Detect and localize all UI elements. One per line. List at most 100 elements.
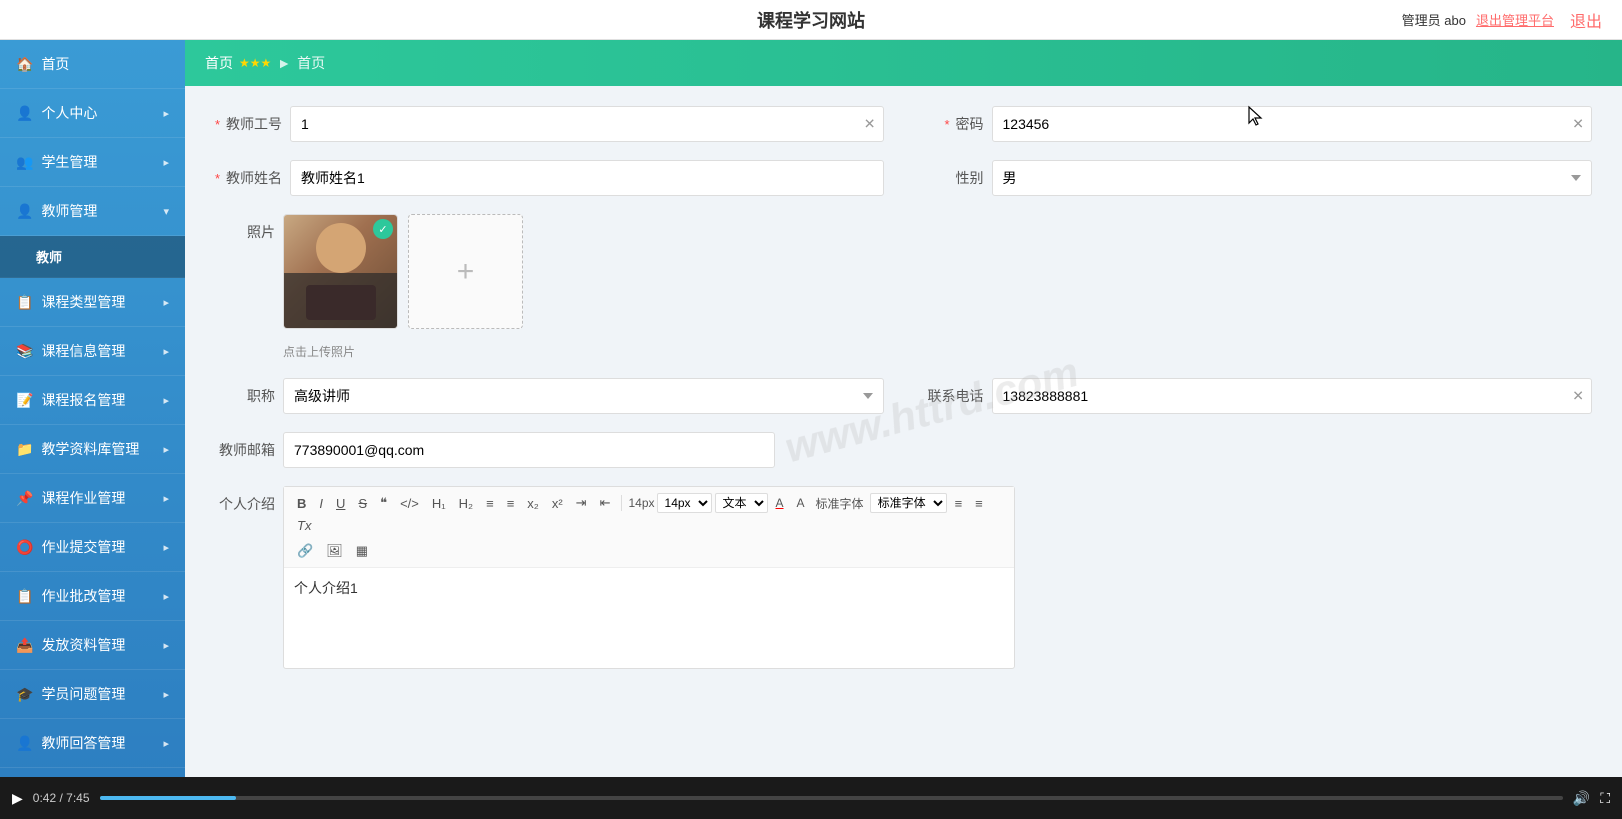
font-size-control: 14px 14px 12px 16px 18px bbox=[628, 493, 711, 513]
close-button[interactable]: 退出 bbox=[1570, 8, 1602, 32]
sidebar-item-teachers[interactable]: 👤 教师管理 ▾ bbox=[0, 187, 185, 236]
photo-area: ✓ + 点击上传照片 bbox=[283, 214, 523, 360]
sidebar-item-hw-submit[interactable]: ⭕ 作业提交管理 ▸ bbox=[0, 523, 185, 572]
breadcrumb-home[interactable]: 首页 bbox=[205, 53, 233, 73]
photo-check-badge: ✓ bbox=[373, 219, 393, 239]
sidebar-item-teacher-ans[interactable]: 👤 教师回答管理 ▸ bbox=[0, 719, 185, 768]
arrow-icon-ci: ▸ bbox=[163, 345, 169, 358]
form-row-4: 职称 高级讲师 讲师 助教 教授 联系电话 ✕ bbox=[215, 378, 1592, 414]
fullscreen-icon[interactable]: ⛶ bbox=[1600, 790, 1610, 807]
sidebar-label-home: 首页 bbox=[41, 54, 69, 74]
required-star-2: * bbox=[945, 117, 950, 132]
arrow-icon-ta: ▸ bbox=[163, 737, 169, 750]
arrow-icon-hw: ▸ bbox=[163, 492, 169, 505]
font-family-select[interactable]: 标准字体 bbox=[870, 493, 947, 513]
student-q-icon: 🎓 bbox=[16, 686, 33, 703]
toolbar-bold[interactable]: B bbox=[292, 494, 311, 513]
volume-icon[interactable]: 🔊 bbox=[1573, 790, 1590, 807]
toolbar-ol[interactable]: ≡ bbox=[481, 494, 499, 513]
toolbar-font-color[interactable]: A bbox=[771, 494, 789, 512]
sidebar-label-teacher-sub: 教师 bbox=[36, 250, 62, 265]
form-row-1: * 教师工号 ✕ * 密码 ✕ bbox=[215, 106, 1592, 142]
toolbar-outdent[interactable]: ⇤ bbox=[595, 493, 616, 513]
sidebar-item-student-q[interactable]: 🎓 学员问题管理 ▸ bbox=[0, 670, 185, 719]
email-input[interactable] bbox=[283, 432, 775, 468]
toolbar-sub[interactable]: x₂ bbox=[522, 494, 544, 513]
password-input[interactable] bbox=[992, 106, 1593, 142]
video-progress-track[interactable] bbox=[100, 796, 1563, 800]
text-type-select[interactable]: 文本 bbox=[715, 493, 768, 513]
toolbar-font-bg[interactable]: A bbox=[792, 494, 810, 512]
gender-select[interactable]: 男 女 bbox=[992, 160, 1593, 196]
sidebar-label-dist: 发放资料管理 bbox=[41, 635, 125, 655]
sidebar-subitem-teacher[interactable]: 教师 bbox=[0, 236, 185, 278]
play-button[interactable]: ▶ bbox=[12, 790, 23, 807]
sidebar-item-hw-review[interactable]: 📋 作业批改管理 ▸ bbox=[0, 572, 185, 621]
admin-name: 管理员 abo bbox=[1402, 10, 1466, 29]
toolbar-link[interactable]: 🔗 bbox=[292, 541, 318, 561]
sidebar-item-profile[interactable]: 👤 个人中心 ▸ bbox=[0, 89, 185, 138]
sidebar-item-dist[interactable]: 📤 发放资料管理 ▸ bbox=[0, 621, 185, 670]
sidebar-item-homework[interactable]: 📌 课程作业管理 ▸ bbox=[0, 474, 185, 523]
arrow-icon-mat: ▸ bbox=[163, 443, 169, 456]
sidebar-label-homework: 课程作业管理 bbox=[41, 488, 125, 508]
toolbar-sup[interactable]: x² bbox=[547, 494, 568, 513]
course-type-icon: 📋 bbox=[16, 294, 33, 311]
video-progress-fill bbox=[100, 796, 236, 800]
gender-label: 性别 bbox=[924, 168, 984, 188]
clear-teacher-id-icon[interactable]: ✕ bbox=[864, 116, 876, 133]
font-size-select[interactable]: 14px 12px 16px 18px bbox=[657, 493, 712, 513]
toolbar-code[interactable]: </> bbox=[395, 494, 424, 513]
arrow-icon-sq: ▸ bbox=[163, 688, 169, 701]
name-label: * 教师姓名 bbox=[215, 168, 282, 188]
homework-icon: 📌 bbox=[16, 490, 33, 507]
toolbar-align-center[interactable]: ≡ bbox=[950, 494, 968, 513]
form-row-5: 教师邮箱 bbox=[215, 432, 1592, 468]
arrow-icon-ct: ▸ bbox=[163, 296, 169, 309]
logout-link[interactable]: 退出管理平台 bbox=[1476, 10, 1554, 29]
photo-add-button[interactable]: + bbox=[408, 214, 523, 329]
toolbar-align-right[interactable]: ≡ bbox=[970, 494, 988, 513]
toolbar-std-font: 标准字体 bbox=[816, 495, 864, 512]
toolbar-h1[interactable]: H₁ bbox=[427, 494, 451, 513]
toolbar-italic[interactable]: I bbox=[314, 494, 328, 513]
breadcrumb-current: 首页 bbox=[297, 53, 325, 73]
toolbar-image[interactable]: 🖼 bbox=[321, 541, 348, 561]
sidebar-item-students[interactable]: 👥 学生管理 ▸ bbox=[0, 138, 185, 187]
toolbar-row-2: 🔗 🖼 ▦ bbox=[292, 541, 1006, 561]
photo-thumb-1[interactable]: ✓ bbox=[283, 214, 398, 329]
intro-editor[interactable]: 个人介绍1 bbox=[284, 568, 1014, 668]
toolbar-strike[interactable]: S bbox=[353, 494, 372, 513]
phone-input[interactable] bbox=[992, 378, 1593, 414]
toolbar-table[interactable]: ▦ bbox=[351, 541, 373, 561]
toolbar-h2[interactable]: H₂ bbox=[454, 494, 478, 513]
sidebar-label-course-info: 课程信息管理 bbox=[41, 341, 125, 361]
clear-phone-icon[interactable]: ✕ bbox=[1572, 388, 1584, 405]
toolbar-quote[interactable]: ❝ bbox=[375, 493, 392, 513]
teacher-id-input-wrapper: ✕ bbox=[290, 106, 884, 142]
clear-password-icon[interactable]: ✕ bbox=[1572, 116, 1584, 133]
sidebar-item-material[interactable]: 📁 教学资料库管理 ▸ bbox=[0, 425, 185, 474]
arrow-icon-ce: ▸ bbox=[163, 394, 169, 407]
name-input[interactable] bbox=[290, 160, 884, 196]
toolbar-clear-format[interactable]: Tx bbox=[292, 516, 316, 535]
teacher-id-input[interactable] bbox=[290, 106, 884, 142]
sidebar-item-course-type[interactable]: 📋 课程类型管理 ▸ bbox=[0, 278, 185, 327]
teacher-id-label: * 教师工号 bbox=[215, 114, 282, 134]
sidebar-item-course-info[interactable]: 📚 课程信息管理 ▸ bbox=[0, 327, 185, 376]
sidebar-item-home[interactable]: 🏠 首页 bbox=[0, 40, 185, 89]
title-group: 职称 高级讲师 讲师 助教 教授 bbox=[215, 378, 884, 414]
toolbar-underline[interactable]: U bbox=[331, 494, 350, 513]
password-group: * 密码 ✕ bbox=[924, 106, 1593, 142]
sidebar-label-student-q: 学员问题管理 bbox=[41, 684, 125, 704]
toolbar-ul[interactable]: ≡ bbox=[502, 494, 520, 513]
photo-row: 照片 ✓ + 点击上传 bbox=[215, 214, 1592, 360]
toolbar-sep-1 bbox=[621, 495, 622, 511]
sidebar-label-teacher-ans: 教师回答管理 bbox=[41, 733, 125, 753]
title-select[interactable]: 高级讲师 讲师 助教 教授 bbox=[283, 378, 884, 414]
toolbar-indent[interactable]: ⇥ bbox=[571, 493, 592, 513]
hw-submit-icon: ⭕ bbox=[16, 539, 33, 556]
sidebar-item-course-enroll[interactable]: 📝 课程报名管理 ▸ bbox=[0, 376, 185, 425]
gender-group: 性别 男 女 bbox=[924, 160, 1593, 196]
video-time: 0:42 / 7:45 bbox=[33, 791, 90, 805]
